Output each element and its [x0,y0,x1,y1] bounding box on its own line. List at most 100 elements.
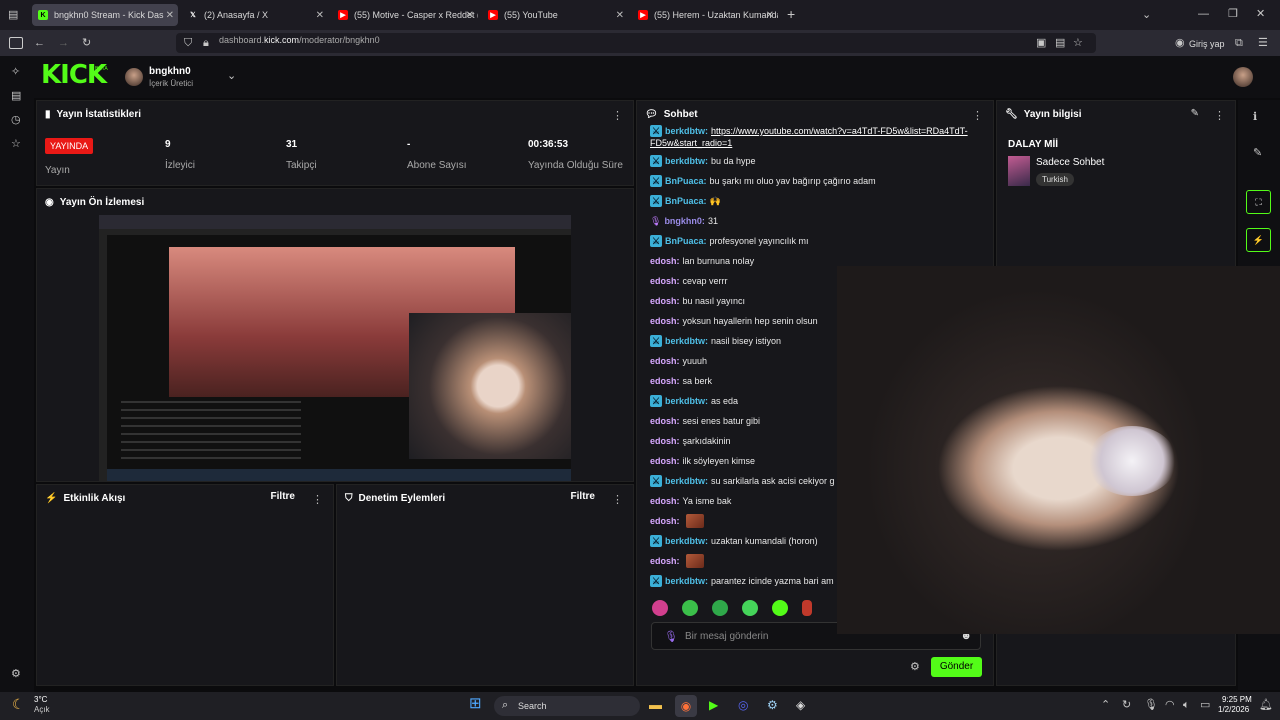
send-button[interactable]: Gönder [931,657,982,677]
discord-icon[interactable]: ◎ [738,699,748,711]
account-icon[interactable]: ◉ [1175,37,1185,49]
chat-username[interactable]: edosh: [650,276,680,286]
chat-text[interactable]: FD5w&start_radio=1 [650,138,732,148]
extensions-icon[interactable]: ⧉ [1235,37,1243,49]
clip-icon[interactable]: ⛶ [1246,190,1271,214]
tab-motive[interactable]: ▶ (55) Motive - Casper x Reddet ( ✕ [332,4,478,26]
sign-in-button[interactable]: Giriş yap [1189,39,1225,49]
chat-username[interactable]: berkdbtw: [665,576,708,586]
shield-icon[interactable]: ⛉ [184,37,192,49]
close-tab-icon[interactable]: ✕ [466,10,474,21]
sync-icon[interactable]: ↻ [1122,699,1131,711]
chat-username[interactable]: bngkhn0: [664,216,705,226]
volume-icon[interactable]: 🔈︎ [1183,699,1190,711]
emote-icon[interactable] [712,600,728,616]
avatar[interactable] [125,68,143,86]
taskbar-search[interactable]: ⌕ Search [494,696,640,716]
steam-icon[interactable]: ⚙ [767,699,778,711]
chevron-down-icon[interactable]: ⌄ [1142,9,1151,21]
chat-username[interactable]: edosh: [650,436,680,446]
chat-username[interactable]: BnPuaca: [665,176,707,186]
emote-icon[interactable] [652,600,668,616]
tab-x[interactable]: 𝕏 (2) Anasayfa / X ✕ [182,4,328,26]
windows-start-icon[interactable]: ⊞ [469,696,482,711]
tab-kick[interactable]: K bngkhn0 Stream - Kick Das ✕ [32,4,178,26]
firefox-icon[interactable]: ◉ [675,695,697,717]
chat-username[interactable]: edosh: [650,356,680,366]
more-icon[interactable]: ⋮ [312,493,323,506]
app-icon[interactable]: ◈ [796,699,805,711]
more-icon[interactable]: ⋮ [612,493,623,506]
forward-icon[interactable]: → [58,37,69,49]
terminal-icon[interactable]: ▶ [709,699,718,711]
more-icon[interactable]: ⋮ [972,109,983,122]
chat-text[interactable]: https://www.youtube.com/watch?v=a4TdT-FD… [711,126,968,136]
filter-button[interactable]: Filtre [571,491,595,502]
close-tab-icon[interactable]: ✕ [766,10,774,21]
gear-icon[interactable]: ⚙ [910,661,920,673]
chat-username[interactable]: berkdbtw: [665,156,708,166]
chevron-down-icon[interactable]: ⌄ [227,70,236,82]
chat-username[interactable]: edosh: [650,496,680,506]
chat-username[interactable]: BnPuaca: [665,196,707,206]
emote-icon[interactable] [802,600,812,616]
edit-icon[interactable]: ✎ [1191,108,1199,119]
more-icon[interactable]: ⋮ [612,109,623,122]
picture-in-picture-icon[interactable]: ▣ [1036,37,1046,49]
more-icon[interactable]: ⋮ [1214,109,1225,122]
chat-username[interactable]: berkdbtw: [665,336,708,346]
back-icon[interactable]: ← [34,37,45,49]
close-tab-icon[interactable]: ✕ [166,10,174,21]
emote-icon[interactable] [682,600,698,616]
bookmark-star-icon[interactable]: ☆ [1073,37,1083,49]
chat-username[interactable]: edosh: [650,316,680,326]
chat-username[interactable]: berkdbtw: [665,126,708,136]
chat-username[interactable]: edosh: [650,256,680,266]
chat-username[interactable]: edosh: [650,516,680,526]
gear-icon[interactable]: ⚙ [11,668,21,680]
weather-icon[interactable]: ☾ [12,697,25,711]
chat-username[interactable]: berkdbtw: [665,396,708,406]
reload-icon[interactable]: ↻ [82,37,91,49]
emote-icon[interactable] [772,600,788,616]
chat-username[interactable]: berkdbtw: [665,536,708,546]
chat-username[interactable]: BnPuaca: [665,236,707,246]
tab-list-icon[interactable]: ▤ [8,9,18,21]
new-tab-icon[interactable]: + [787,7,795,21]
pencil-icon[interactable]: ✎ [1253,147,1262,159]
maximize-icon[interactable]: ❐ [1228,8,1238,20]
wifi-icon[interactable]: ◠ [1165,699,1175,711]
language-tag[interactable]: Turkish [1036,173,1074,186]
microphone-icon[interactable]: 🎙︎ [1144,699,1158,711]
reader-view-icon[interactable]: ▤ [1055,37,1065,49]
folder-icon[interactable]: ▬ [649,698,662,711]
close-window-icon[interactable]: ✕ [1256,8,1265,20]
menu-icon[interactable]: ☰ [1258,37,1268,49]
category-name[interactable]: Sadece Sohbet [1036,157,1104,168]
close-tab-icon[interactable]: ✕ [616,10,624,21]
star-icon[interactable]: ☆ [11,138,21,150]
battery-icon[interactable]: ▭ [1200,699,1210,711]
stream-preview-video[interactable] [99,215,571,481]
chat-username[interactable]: berkdbtw: [665,476,708,486]
tab-herem[interactable]: ▶ (55) Herem - Uzaktan Kumanda ✕ [632,4,778,26]
chat-username[interactable]: edosh: [650,296,680,306]
bolt-icon[interactable]: ⚡ [1246,228,1271,252]
sparkle-icon[interactable]: ✧ [11,66,20,78]
tab-youtube[interactable]: ▶ (55) YouTube ✕ [482,4,628,26]
minimize-icon[interactable]: — [1198,8,1209,20]
chat-username[interactable]: edosh: [650,376,680,386]
profile-avatar[interactable] [1233,67,1253,87]
clipboard-icon[interactable]: ▤ [11,90,21,102]
notification-icon[interactable]: 🔔︎ [1259,699,1273,711]
chevron-up-icon[interactable]: ⌃ [1101,699,1110,711]
clock-icon[interactable]: ◷ [11,114,21,126]
kick-logo[interactable]: KICK [41,60,107,90]
emote-icon[interactable] [742,600,758,616]
sidebar-toggle-icon[interactable] [9,37,23,49]
close-tab-icon[interactable]: ✕ [316,10,324,21]
chat-username[interactable]: edosh: [650,416,680,426]
filter-button[interactable]: Filtre [271,491,295,502]
info-icon[interactable]: ℹ [1253,111,1257,123]
chat-username[interactable]: edosh: [650,556,680,566]
